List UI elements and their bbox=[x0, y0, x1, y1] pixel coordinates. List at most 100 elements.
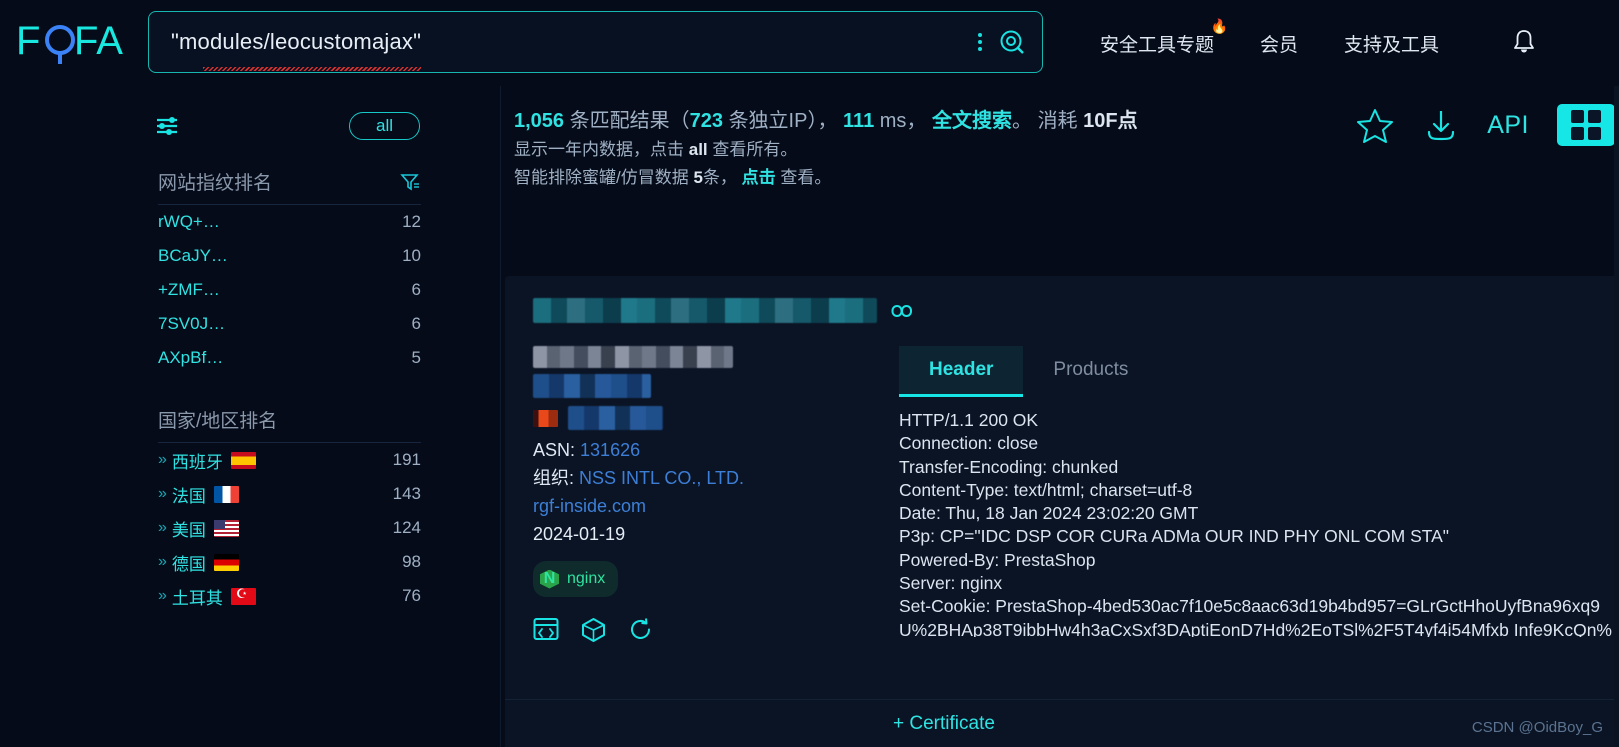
honeypot-note-end: 查看。 bbox=[780, 168, 832, 187]
scrollbar[interactable] bbox=[1614, 86, 1619, 747]
certificate-bar: + Certificate CSDN @OidBoy_G bbox=[505, 699, 1619, 747]
list-item[interactable]: rWQ+… 12 bbox=[158, 205, 421, 239]
list-item[interactable]: 7SV0J… 6 bbox=[158, 307, 421, 341]
cost-value: 10F点 bbox=[1083, 110, 1138, 132]
list-item[interactable]: BCaJY… 10 bbox=[158, 239, 421, 273]
tab-products[interactable]: Products bbox=[1023, 346, 1158, 397]
link-chain-icon[interactable] bbox=[891, 302, 913, 320]
masked-hostname bbox=[533, 346, 733, 368]
grid-view-icon[interactable] bbox=[1557, 104, 1615, 146]
summary-line-3: 智能排除蜜罐/仿冒数据 5条， 点击 查看。 bbox=[514, 164, 1138, 192]
fingerprint-count: 10 bbox=[402, 246, 421, 265]
list-item[interactable]: » 美国 124 bbox=[158, 511, 421, 545]
masked-location bbox=[568, 406, 663, 430]
top-bar: F FA "modules/leocustomajax" 安全工具专题 🔥 会员… bbox=[0, 0, 1619, 86]
flag-icon-germany bbox=[213, 553, 239, 571]
list-item[interactable]: » 土耳其 76 bbox=[158, 579, 421, 613]
header-line: HTTP/1.1 200 OK bbox=[899, 410, 1039, 430]
star-icon[interactable] bbox=[1355, 106, 1395, 144]
main-nav: 安全工具专题 🔥 会员 支持及工具 bbox=[1100, 0, 1439, 86]
nginx-hex-icon: N bbox=[540, 569, 559, 589]
match-count: 1,056 bbox=[514, 110, 565, 132]
code-view-icon[interactable] bbox=[533, 617, 559, 641]
svg-text:F: F bbox=[16, 19, 40, 63]
search-input[interactable]: "modules/leocustomajax" bbox=[171, 29, 974, 55]
asn-value[interactable]: 131626 bbox=[580, 440, 640, 460]
all-link[interactable]: all bbox=[689, 140, 708, 159]
plus-icon: + bbox=[893, 712, 905, 734]
header-line: Connection: close bbox=[899, 433, 1039, 454]
header-line: Set-Cookie: PrestaShop-4bed530ac7f10e5c8… bbox=[899, 596, 1600, 617]
country-label[interactable]: 法国 bbox=[172, 482, 206, 507]
fofa-logo[interactable]: F FA bbox=[14, 16, 134, 70]
chevron-right-icon: » bbox=[158, 587, 167, 604]
flag-icon-usa bbox=[213, 519, 239, 537]
tab-header[interactable]: Header bbox=[899, 346, 1024, 397]
api-button[interactable]: API bbox=[1487, 111, 1529, 140]
country-label[interactable]: 西班牙 bbox=[172, 448, 223, 473]
nav-item-membership[interactable]: 会员 bbox=[1260, 30, 1298, 57]
org-value[interactable]: NSS INTL CO., LTD. bbox=[579, 468, 744, 488]
list-item[interactable]: +ZMF… 6 bbox=[158, 273, 421, 307]
kebab-menu-icon[interactable] bbox=[974, 29, 986, 55]
fingerprint-label[interactable]: BCaJY… bbox=[158, 246, 228, 266]
cube-icon[interactable] bbox=[581, 617, 606, 642]
unique-ip-count: 723 bbox=[689, 110, 723, 132]
country-ranking-section: 国家/地区排名 » 西班牙 191 » 法国 143 » 美国 124 » 德国… bbox=[158, 406, 421, 613]
result-detail-panel: Header Products HTTP/1.1 200 OK Connecti… bbox=[899, 346, 1619, 642]
country-count: 124 bbox=[392, 518, 421, 537]
result-date: 2024-01-19 bbox=[533, 524, 626, 544]
fingerprint-label[interactable]: rWQ+… bbox=[158, 212, 220, 232]
section-title: 网站指纹排名 bbox=[158, 173, 273, 194]
query-time: 111 bbox=[843, 110, 875, 132]
svg-text:FA: FA bbox=[74, 19, 123, 63]
http-header-content: HTTP/1.1 200 OK Connection: close Transf… bbox=[899, 409, 1619, 637]
fingerprint-label[interactable]: +ZMF… bbox=[158, 280, 220, 300]
flag-icon-spain bbox=[230, 451, 256, 469]
honeypot-view-link[interactable]: 点击 bbox=[742, 168, 776, 187]
summary-line-2: 显示一年内数据，点击 all 查看所有。 bbox=[514, 136, 1138, 164]
list-item[interactable]: » 德国 98 bbox=[158, 545, 421, 579]
chevron-right-icon: » bbox=[158, 519, 167, 536]
country-label[interactable]: 德国 bbox=[172, 550, 206, 575]
country-count: 98 bbox=[402, 552, 421, 571]
filter-sliders-icon[interactable] bbox=[155, 114, 181, 138]
range-note: 显示一年内数据，点击 bbox=[514, 140, 684, 159]
tech-badge-nginx[interactable]: N nginx bbox=[533, 561, 619, 597]
search-box[interactable]: "modules/leocustomajax" bbox=[148, 11, 1043, 73]
country-label[interactable]: 土耳其 bbox=[172, 584, 223, 609]
fingerprint-label[interactable]: AXpBf… bbox=[158, 348, 223, 368]
search-icon[interactable] bbox=[998, 28, 1026, 56]
fulltext-search-link[interactable]: 全文搜索 bbox=[932, 110, 1012, 132]
unique-ip-suffix: 条独立IP）， bbox=[728, 110, 838, 132]
range-note-end: 查看所有。 bbox=[712, 140, 798, 159]
all-filter-button[interactable]: all bbox=[348, 112, 420, 140]
list-item[interactable]: AXpBf… 5 bbox=[158, 341, 421, 375]
flag-icon-turkey bbox=[230, 586, 256, 605]
domain-link[interactable]: rgf-inside.com bbox=[533, 492, 873, 520]
fingerprint-ranking-title-row: 网站指纹排名 bbox=[158, 168, 421, 205]
download-icon[interactable] bbox=[1423, 106, 1459, 144]
chevron-right-icon: » bbox=[158, 553, 167, 570]
nav-item-support-tools[interactable]: 支持及工具 bbox=[1344, 30, 1439, 57]
certificate-expand-button[interactable]: + Certificate bbox=[893, 713, 995, 735]
org-label: 组织: bbox=[533, 468, 575, 488]
country-list: » 西班牙 191 » 法国 143 » 美国 124 » 德国 98 » 土耳… bbox=[158, 443, 421, 613]
summary-separator: ， bbox=[906, 110, 927, 132]
fingerprint-label[interactable]: 7SV0J… bbox=[158, 314, 225, 334]
refresh-history-icon[interactable] bbox=[628, 617, 653, 642]
country-label[interactable]: 美国 bbox=[172, 516, 206, 541]
notification-bell-icon[interactable] bbox=[1511, 28, 1537, 61]
fingerprint-count: 12 bbox=[402, 212, 421, 231]
tech-badge-label: nginx bbox=[567, 570, 606, 587]
list-item[interactable]: » 法国 143 bbox=[158, 477, 421, 511]
list-item[interactable]: » 西班牙 191 bbox=[158, 443, 421, 477]
fingerprint-list: rWQ+… 12 BCaJY… 10 +ZMF… 6 7SV0J… 6 AXpB… bbox=[158, 205, 421, 375]
header-line: Powered-By: PrestaShop bbox=[899, 549, 1096, 570]
funnel-filter-icon[interactable] bbox=[400, 172, 421, 192]
header-line: Content-Type: text/html; charset=utf-8 bbox=[899, 479, 1193, 500]
masked-result-title bbox=[533, 298, 877, 323]
header-line: Date: Thu, 18 Jan 2024 23:02:20 GMT bbox=[899, 503, 1199, 524]
content-area: all 网站指纹排名 rWQ+… 12 BCaJY… 10 +ZMF… 6 7S… bbox=[0, 86, 1619, 747]
nav-item-security-tools[interactable]: 安全工具专题 🔥 bbox=[1100, 18, 1228, 57]
